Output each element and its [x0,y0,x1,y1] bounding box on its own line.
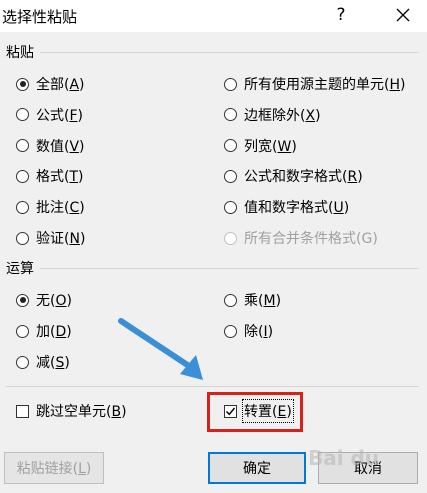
annotation-arrow [118,318,203,380]
